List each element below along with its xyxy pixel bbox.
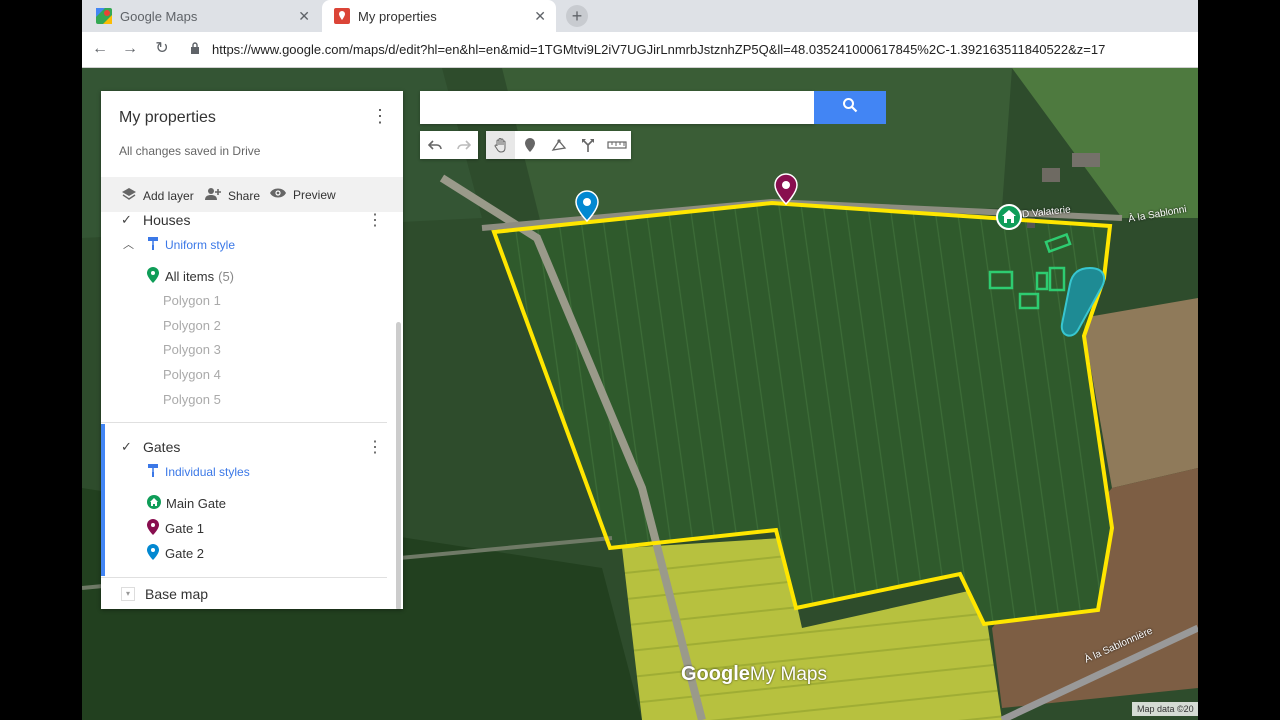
gate-label: Gate 1 xyxy=(165,521,205,536)
layer-options-menu-icon[interactable]: ⋮ xyxy=(367,212,383,230)
search-icon xyxy=(842,97,858,118)
base-map-row[interactable]: ▾ Base map xyxy=(121,586,208,602)
chevron-down-icon[interactable]: ▾ xyxy=(121,587,135,601)
layer-options-menu-icon[interactable]: ⋮ xyxy=(367,437,383,457)
tab-my-properties[interactable]: My properties ✕ xyxy=(322,0,556,32)
add-marker-icon[interactable] xyxy=(515,131,544,159)
map-title[interactable]: My properties xyxy=(119,109,216,127)
chevron-up-icon[interactable]: ︿ xyxy=(123,236,134,252)
scrollbar[interactable] xyxy=(396,322,401,609)
layer-gates-header[interactable]: ✓ Gates xyxy=(121,439,180,455)
browser-window: Google Maps ✕ My properties ✕ + ← → ↻ ht… xyxy=(82,0,1198,720)
eye-icon xyxy=(269,187,287,202)
paint-roller-icon xyxy=(147,236,159,253)
layer-name[interactable]: Houses xyxy=(143,212,190,228)
panel-toolbar: Add layer Share Preview xyxy=(101,177,403,212)
tab-google-maps[interactable]: Google Maps ✕ xyxy=(84,0,320,32)
forward-arrow-icon[interactable]: → xyxy=(120,39,140,59)
list-item-polygon-4[interactable]: Polygon 4 xyxy=(163,367,221,382)
uniform-style-link[interactable]: Uniform style xyxy=(147,236,235,253)
divider xyxy=(101,422,387,423)
map-attribution[interactable]: Map data ©20 xyxy=(1132,702,1198,716)
gate-label: Gate 2 xyxy=(165,546,205,561)
address-bar: ← → ↻ https://www.google.com/maps/d/edit… xyxy=(82,32,1198,68)
style-label: Uniform style xyxy=(165,237,236,252)
close-tab-icon[interactable]: ✕ xyxy=(298,8,310,25)
style-label: Individual styles xyxy=(165,464,250,479)
add-layer-button[interactable]: Add layer xyxy=(121,187,194,204)
save-status: All changes saved in Drive xyxy=(119,144,261,158)
gate-label: Main Gate xyxy=(166,496,226,511)
blue-pin-icon xyxy=(147,544,159,563)
back-arrow-icon[interactable]: ← xyxy=(90,39,110,59)
list-item-gate-1[interactable]: Gate 1 xyxy=(147,519,204,538)
add-layer-label: Add layer xyxy=(143,188,194,203)
search-input[interactable] xyxy=(420,91,814,124)
url-field[interactable]: https://www.google.com/maps/d/edit?hl=en… xyxy=(190,37,1190,63)
map-options-menu-icon[interactable]: ⋮ xyxy=(371,107,389,125)
reload-icon[interactable]: ↻ xyxy=(152,39,172,59)
selected-layer-indicator xyxy=(101,424,105,576)
draw-line-icon[interactable] xyxy=(544,131,573,159)
gate-2-marker-icon[interactable] xyxy=(575,190,599,222)
share-button[interactable]: Share xyxy=(204,187,260,204)
green-pin-icon xyxy=(147,267,159,286)
main-gate-marker-icon[interactable] xyxy=(996,204,1022,230)
checkbox-checked-icon[interactable]: ✓ xyxy=(121,440,133,453)
tab-strip: Google Maps ✕ My properties ✕ + xyxy=(82,0,1198,32)
search-button[interactable] xyxy=(814,91,886,124)
maroon-pin-icon xyxy=(147,519,159,538)
undo-icon[interactable] xyxy=(420,131,449,159)
divider xyxy=(101,577,387,578)
google-my-maps-logo: GoogleMy Maps xyxy=(681,663,827,686)
layers-icon xyxy=(121,187,137,204)
url-text: https://www.google.com/maps/d/edit?hl=en… xyxy=(212,42,1106,57)
directions-icon[interactable] xyxy=(573,131,602,159)
logo-google-text: Google xyxy=(681,663,750,685)
ruler-icon[interactable] xyxy=(602,131,631,159)
home-marker-icon xyxy=(147,495,161,512)
individual-styles-link[interactable]: Individual styles xyxy=(147,463,250,480)
base-map-label: Base map xyxy=(145,586,209,602)
close-tab-icon[interactable]: ✕ xyxy=(534,8,546,25)
paint-roller-icon xyxy=(147,463,159,480)
all-items-label: All items xyxy=(165,269,215,284)
logo-mymaps-text: My Maps xyxy=(749,664,827,685)
list-item-gate-2[interactable]: Gate 2 xyxy=(147,544,204,563)
share-label: Share xyxy=(228,188,261,203)
item-count: (5) xyxy=(218,269,235,284)
tab-title: Google Maps xyxy=(120,8,198,24)
lock-icon xyxy=(190,37,202,63)
my-maps-favicon-icon xyxy=(334,8,350,24)
checkbox-checked-icon[interactable]: ✓ xyxy=(121,213,133,226)
list-item-main-gate[interactable]: Main Gate xyxy=(147,495,226,512)
add-person-icon xyxy=(204,187,222,204)
list-item-polygon-2[interactable]: Polygon 2 xyxy=(163,318,221,333)
map-sidebar-panel: My properties All changes saved in Drive… xyxy=(101,91,403,609)
layer-houses-header[interactable]: ✓ Houses xyxy=(121,212,190,228)
gate-1-marker-icon[interactable] xyxy=(774,173,798,205)
map-toolbar xyxy=(420,131,639,159)
google-maps-favicon-icon xyxy=(96,8,112,24)
list-item-polygon-3[interactable]: Polygon 3 xyxy=(163,342,221,357)
layers-list: ✓ Houses ⋮ ︿ Uniform style All items (5)… xyxy=(101,212,403,609)
new-tab-button[interactable]: + xyxy=(566,5,588,27)
all-items-row[interactable]: All items (5) xyxy=(147,267,234,286)
list-item-polygon-1[interactable]: Polygon 1 xyxy=(163,293,221,308)
layer-name[interactable]: Gates xyxy=(143,439,180,455)
list-item-polygon-5[interactable]: Polygon 5 xyxy=(163,392,221,407)
preview-button[interactable]: Preview xyxy=(269,187,336,202)
tab-title: My properties xyxy=(358,8,437,24)
redo-icon[interactable] xyxy=(449,131,478,159)
hand-pan-icon[interactable] xyxy=(486,131,515,159)
preview-label: Preview xyxy=(293,187,336,202)
